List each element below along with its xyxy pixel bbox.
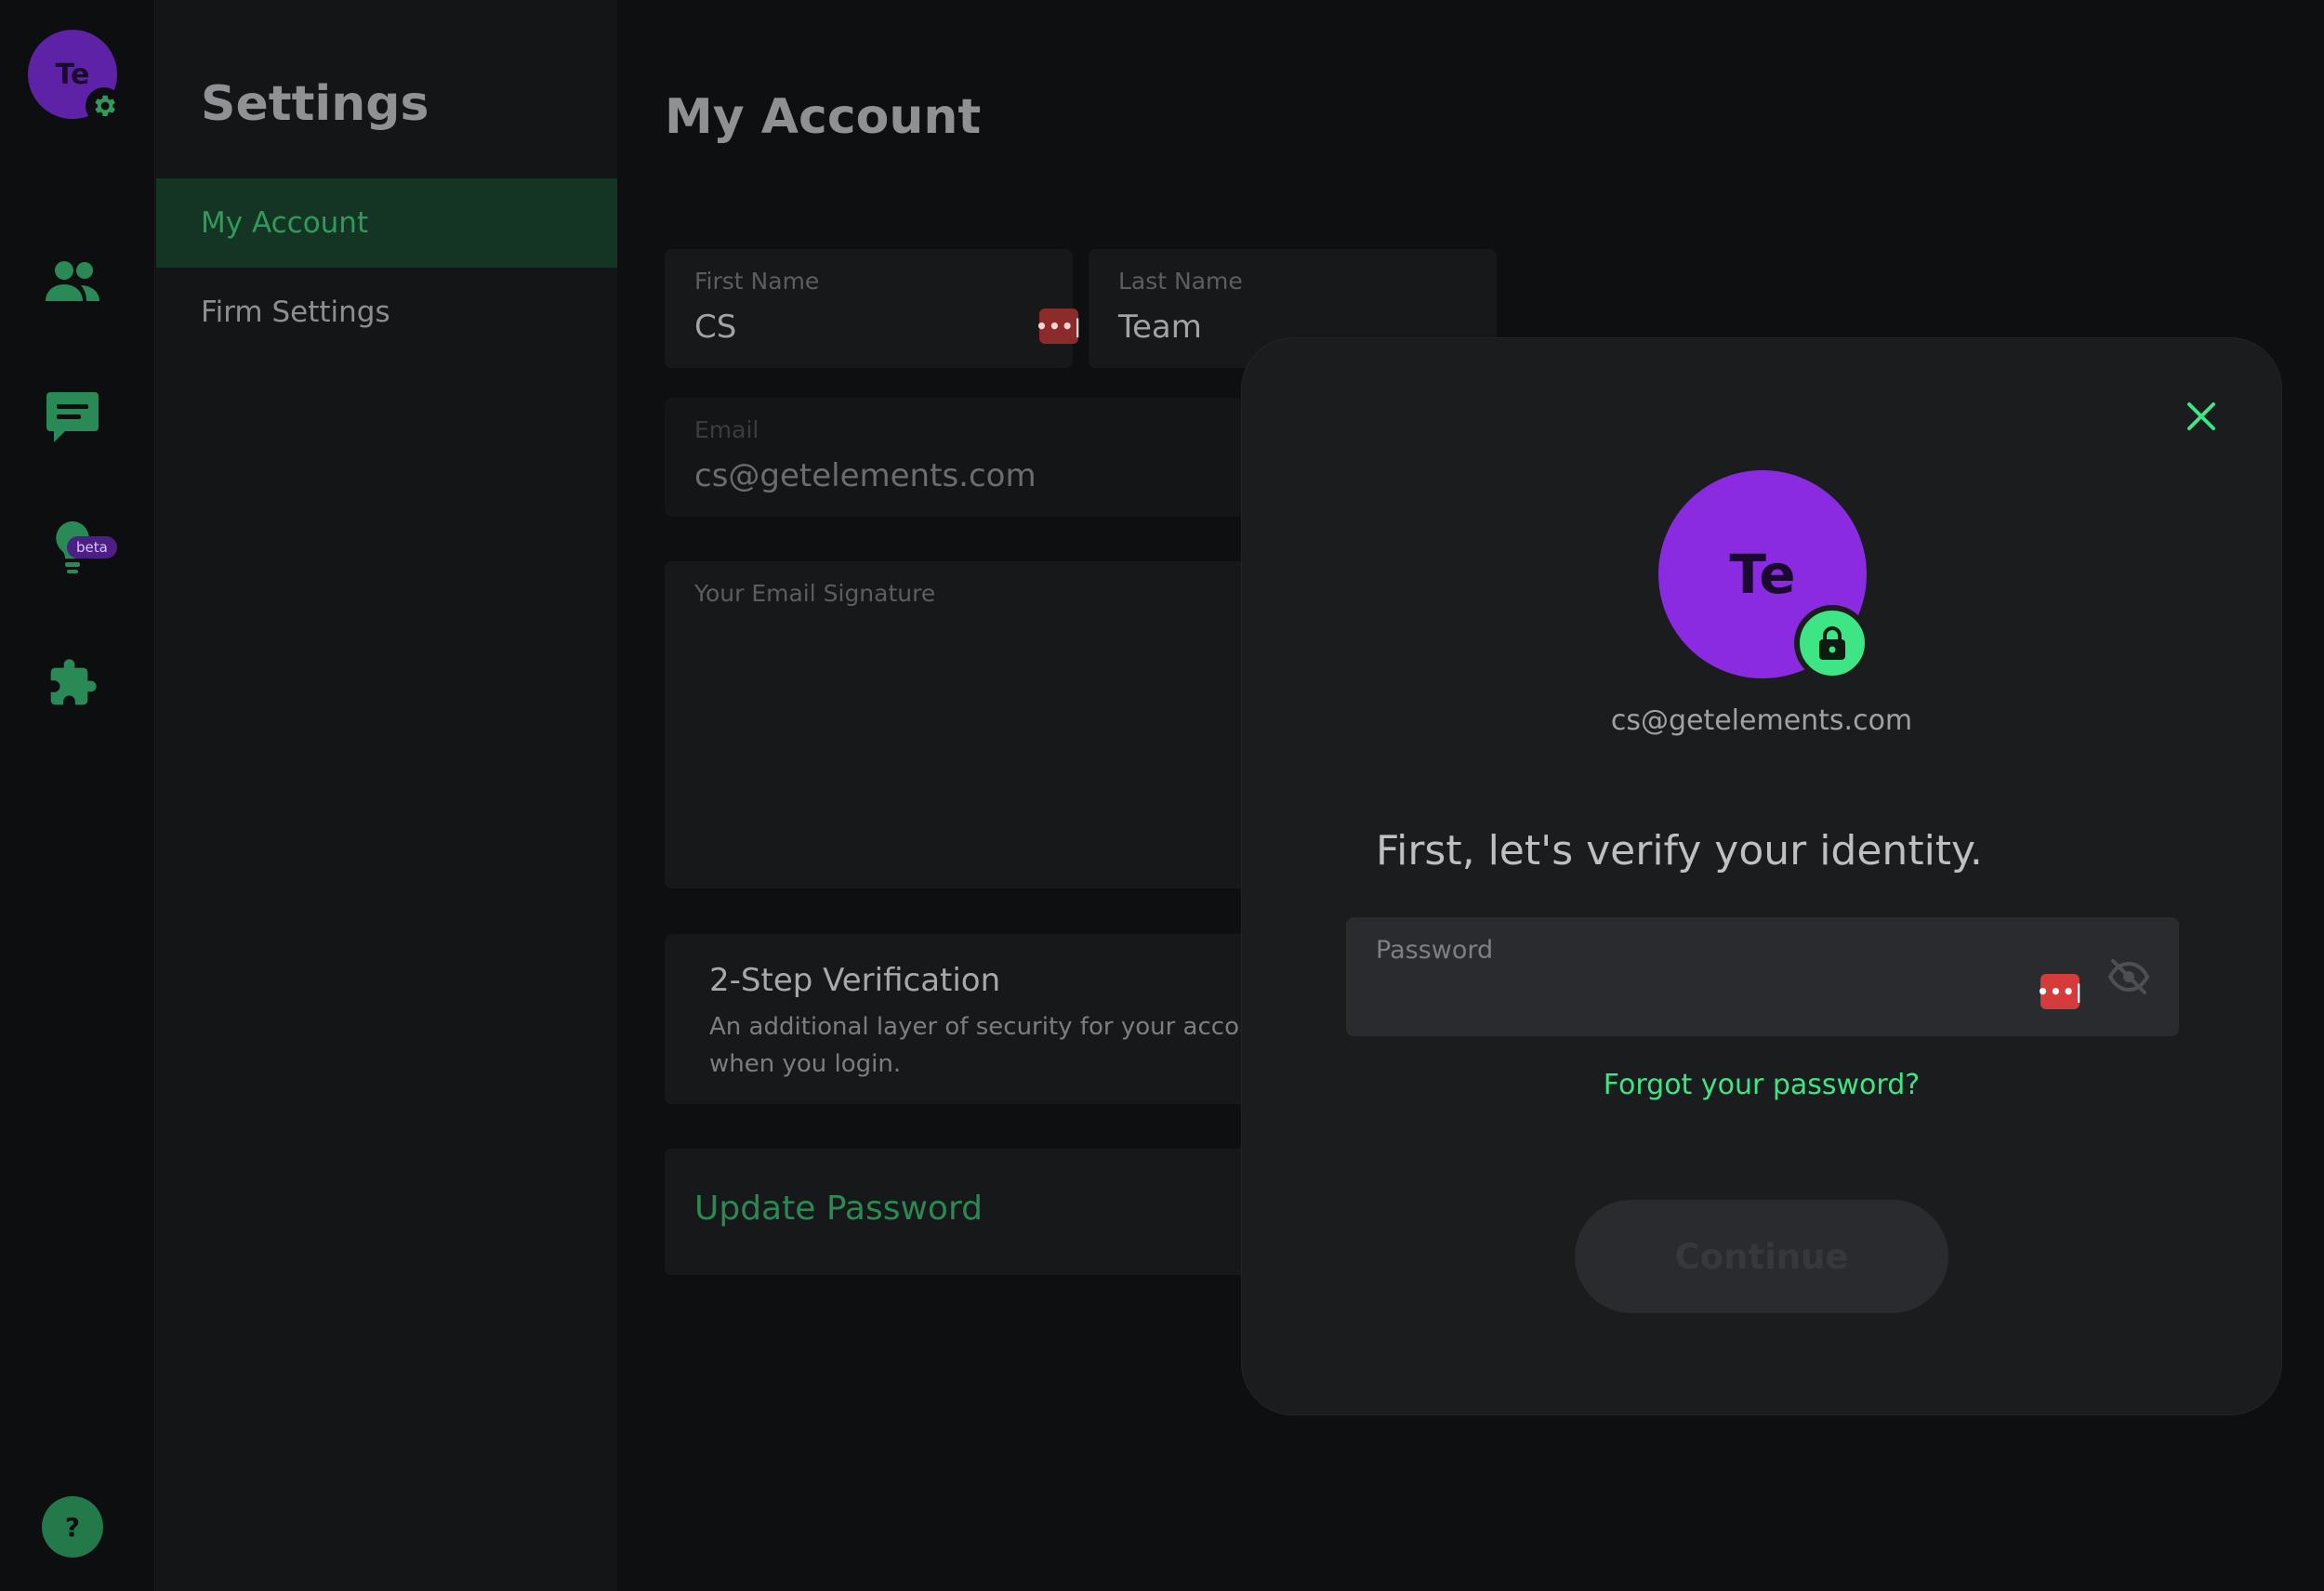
chat-icon[interactable] xyxy=(42,387,103,448)
email-value: cs@getelements.com xyxy=(694,457,1037,494)
password-input[interactable] xyxy=(1376,975,2064,1021)
app-rail: Te beta ? xyxy=(0,0,155,1591)
last-name-value: Team xyxy=(1118,309,1202,346)
password-manager-icon[interactable]: •••| xyxy=(2037,974,2082,1009)
lock-icon xyxy=(1794,605,1870,681)
avatar-initials: Te xyxy=(1729,543,1796,606)
sidebar-item-label: Firm Settings xyxy=(201,296,390,329)
password-label: Password xyxy=(1376,936,1494,965)
sidebar-item-my-account[interactable]: My Account xyxy=(156,178,617,268)
email-label: Email xyxy=(694,416,759,443)
continue-button[interactable]: Continue xyxy=(1575,1200,1948,1313)
verify-identity-modal: Te cs@getelements.com First, let's verif… xyxy=(1241,337,2282,1415)
first-name-label: First Name xyxy=(694,268,820,295)
beta-badge: beta xyxy=(67,536,117,559)
forgot-password-link[interactable]: Forgot your password? xyxy=(1242,1069,2281,1101)
sidebar-item-label: My Account xyxy=(201,206,369,240)
settings-sidebar: Settings My Account Firm Settings xyxy=(156,0,617,1591)
eye-off-icon[interactable] xyxy=(2106,956,2151,997)
email-signature-label: Your Email Signature xyxy=(694,580,936,607)
puzzle-icon[interactable] xyxy=(42,652,103,714)
people-icon[interactable] xyxy=(42,251,103,312)
close-icon[interactable] xyxy=(2179,394,2224,439)
modal-heading: First, let's verify your identity. xyxy=(1376,827,1983,874)
two-step-title: 2-Step Verification xyxy=(709,962,1001,999)
user-avatar[interactable]: Te xyxy=(28,30,123,125)
settings-title: Settings xyxy=(201,76,429,132)
first-name-field[interactable]: First Name CS •••| xyxy=(665,249,1081,368)
help-icon[interactable]: ? xyxy=(42,1496,103,1558)
modal-email: cs@getelements.com xyxy=(1610,704,1913,737)
two-step-description: An additional layer of security for your… xyxy=(709,1013,1280,1078)
last-name-label: Last Name xyxy=(1118,268,1243,295)
first-name-value: CS xyxy=(694,309,737,346)
gear-icon[interactable] xyxy=(86,87,123,125)
password-field[interactable]: Password •••| xyxy=(1346,917,2179,1036)
avatar-initials: Te xyxy=(55,58,90,91)
update-password-button[interactable]: Update Password xyxy=(694,1190,983,1228)
sidebar-item-firm-settings[interactable]: Firm Settings xyxy=(156,268,617,357)
page-title: My Account xyxy=(665,89,982,145)
password-manager-icon[interactable]: •••| xyxy=(1036,309,1081,344)
